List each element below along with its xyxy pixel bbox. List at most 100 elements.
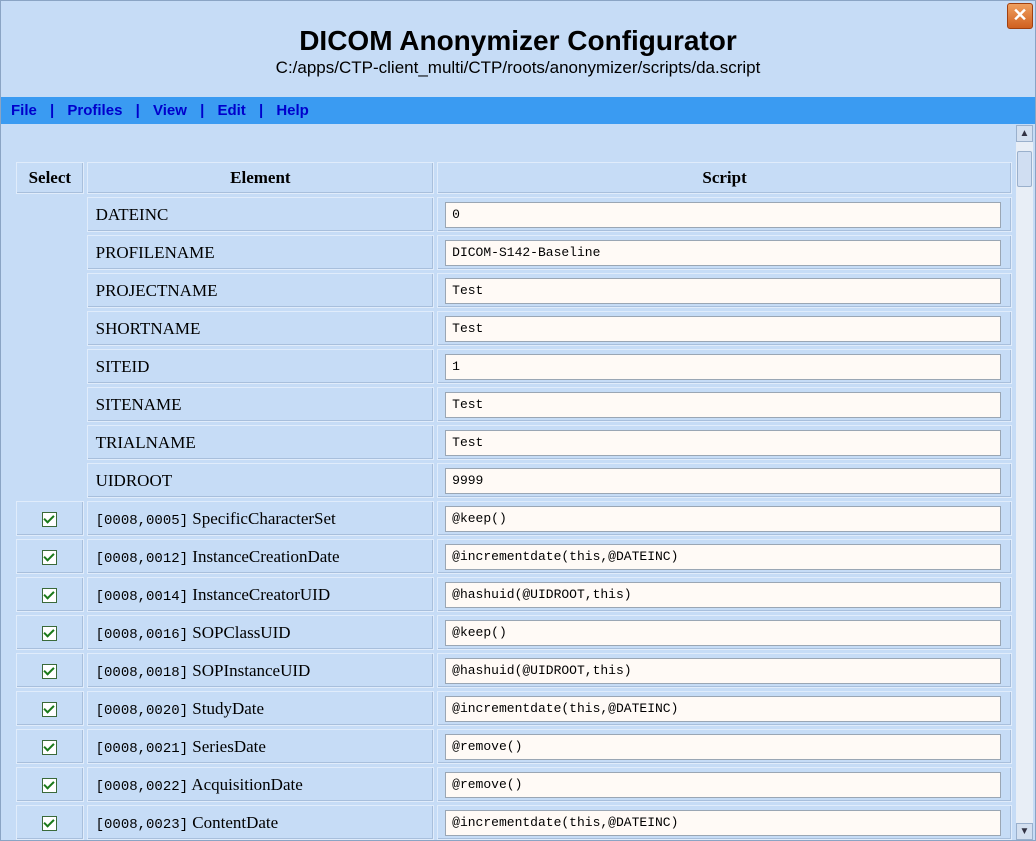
param-value-cell: [437, 273, 1012, 308]
element-cell: [0008,0023] ContentDate: [86, 805, 435, 840]
select-checkbox[interactable]: [42, 588, 58, 604]
script-input[interactable]: [445, 809, 1002, 836]
select-cell: [16, 691, 84, 726]
menu-separator: |: [50, 102, 55, 119]
param-value-input[interactable]: [445, 429, 1002, 456]
param-name-text: SHORTNAME: [95, 318, 201, 338]
menu-view[interactable]: View: [153, 102, 187, 119]
element-name: StudyDate: [192, 698, 265, 718]
select-cell-empty: [16, 425, 84, 460]
element-row: [0008,0016] SOPClassUID: [16, 615, 1012, 650]
param-name: PROJECTNAME: [86, 273, 435, 308]
element-cell: [0008,0016] SOPClassUID: [86, 615, 435, 650]
element-tag: [0008,0021]: [95, 740, 189, 757]
select-checkbox[interactable]: [42, 816, 58, 832]
param-value-cell: [437, 311, 1012, 346]
element-row: [0008,0012] InstanceCreationDate: [16, 539, 1012, 574]
scroll-down-button[interactable]: ▼: [1016, 823, 1033, 840]
element-name: AcquisitionDate: [191, 774, 303, 794]
param-row: TRIALNAME: [16, 425, 1012, 460]
script-input[interactable]: [445, 657, 1002, 684]
vertical-scrollbar[interactable]: ▲ ▼: [1016, 125, 1033, 840]
element-tag: [0008,0023]: [95, 816, 189, 833]
param-value-input[interactable]: [445, 277, 1002, 304]
param-row: DATEINC: [16, 197, 1012, 232]
select-cell-empty: [16, 463, 84, 498]
element-cell: [0008,0022] AcquisitionDate: [86, 767, 435, 802]
select-checkbox[interactable]: [42, 778, 58, 794]
select-checkbox[interactable]: [42, 626, 58, 642]
element-tag: [0008,0016]: [95, 626, 189, 643]
param-value-input[interactable]: [445, 391, 1002, 418]
script-input[interactable]: [445, 619, 1002, 646]
script-path: C:/apps/CTP-client_multi/CTP/roots/anony…: [275, 58, 761, 77]
menu-profiles[interactable]: Profiles: [67, 102, 122, 119]
select-cell: [16, 729, 84, 764]
param-value-cell: [437, 197, 1012, 232]
select-cell: [16, 577, 84, 612]
param-name: DATEINC: [86, 197, 435, 232]
param-value-input[interactable]: [445, 201, 1002, 228]
param-value-input[interactable]: [445, 467, 1002, 494]
header-element: Element: [86, 162, 435, 194]
menu-help[interactable]: Help: [276, 102, 309, 119]
element-row: [0008,0014] InstanceCreatorUID: [16, 577, 1012, 612]
chevron-up-icon: ▲: [1019, 128, 1030, 139]
param-name-text: DATEINC: [95, 204, 169, 224]
select-cell: [16, 805, 84, 840]
scroll-thumb[interactable]: [1017, 151, 1032, 187]
element-cell: [0008,0012] InstanceCreationDate: [86, 539, 435, 574]
menu-separator: |: [135, 102, 140, 119]
element-row: [0008,0018] SOPInstanceUID: [16, 653, 1012, 688]
select-cell: [16, 539, 84, 574]
script-input[interactable]: [445, 771, 1002, 798]
element-row: [0008,0005] SpecificCharacterSet: [16, 501, 1012, 536]
param-value-cell: [437, 235, 1012, 270]
menu-file[interactable]: File: [11, 102, 37, 119]
param-row: SITENAME: [16, 387, 1012, 422]
menu-edit[interactable]: Edit: [217, 102, 245, 119]
script-input[interactable]: [445, 733, 1002, 760]
select-checkbox[interactable]: [42, 664, 58, 680]
param-value-input[interactable]: [445, 239, 1002, 266]
param-name: SITEID: [86, 349, 435, 384]
param-value-input[interactable]: [445, 353, 1002, 380]
select-cell: [16, 615, 84, 650]
close-button[interactable]: ✕: [1007, 3, 1033, 29]
select-cell-empty: [16, 235, 84, 270]
menu-separator: |: [200, 102, 205, 119]
element-cell: [0008,0018] SOPInstanceUID: [86, 653, 435, 688]
script-input[interactable]: [445, 505, 1002, 532]
script-cell: [437, 691, 1012, 726]
param-name-text: UIDROOT: [95, 470, 173, 490]
param-value-cell: [437, 463, 1012, 498]
app-window: DICOM Anonymizer Configurator C:/apps/CT…: [0, 0, 1036, 841]
param-value-cell: [437, 425, 1012, 460]
chevron-down-icon: ▼: [1019, 826, 1030, 837]
script-input[interactable]: [445, 695, 1002, 722]
close-icon: ✕: [1012, 5, 1028, 25]
select-checkbox[interactable]: [42, 550, 58, 566]
element-row: [0008,0020] StudyDate: [16, 691, 1012, 726]
param-value-input[interactable]: [445, 315, 1002, 342]
script-cell: [437, 805, 1012, 840]
select-cell-empty: [16, 349, 84, 384]
table-body: DATEINC PROFILENAME PROJECTNAME SHORTNAME SI…: [16, 197, 1012, 840]
page-title: DICOM Anonymizer Configurator: [299, 25, 737, 56]
script-input[interactable]: [445, 543, 1002, 570]
param-name: TRIALNAME: [86, 425, 435, 460]
select-checkbox[interactable]: [42, 512, 58, 528]
script-cell: [437, 577, 1012, 612]
content-area: Select Element Script DATEINC PROFILENAME…: [1, 125, 1015, 840]
scroll-up-button[interactable]: ▲: [1016, 125, 1033, 142]
element-cell: [0008,0020] StudyDate: [86, 691, 435, 726]
menubar: File | Profiles | View | Edit | Help: [1, 97, 1035, 124]
script-input[interactable]: [445, 581, 1002, 608]
select-cell-empty: [16, 273, 84, 308]
menu-separator: |: [258, 102, 264, 119]
select-cell-empty: [16, 197, 84, 232]
param-name-text: TRIALNAME: [95, 432, 196, 452]
param-row: SITEID: [16, 349, 1012, 384]
select-checkbox[interactable]: [42, 702, 58, 718]
select-checkbox[interactable]: [42, 740, 58, 756]
